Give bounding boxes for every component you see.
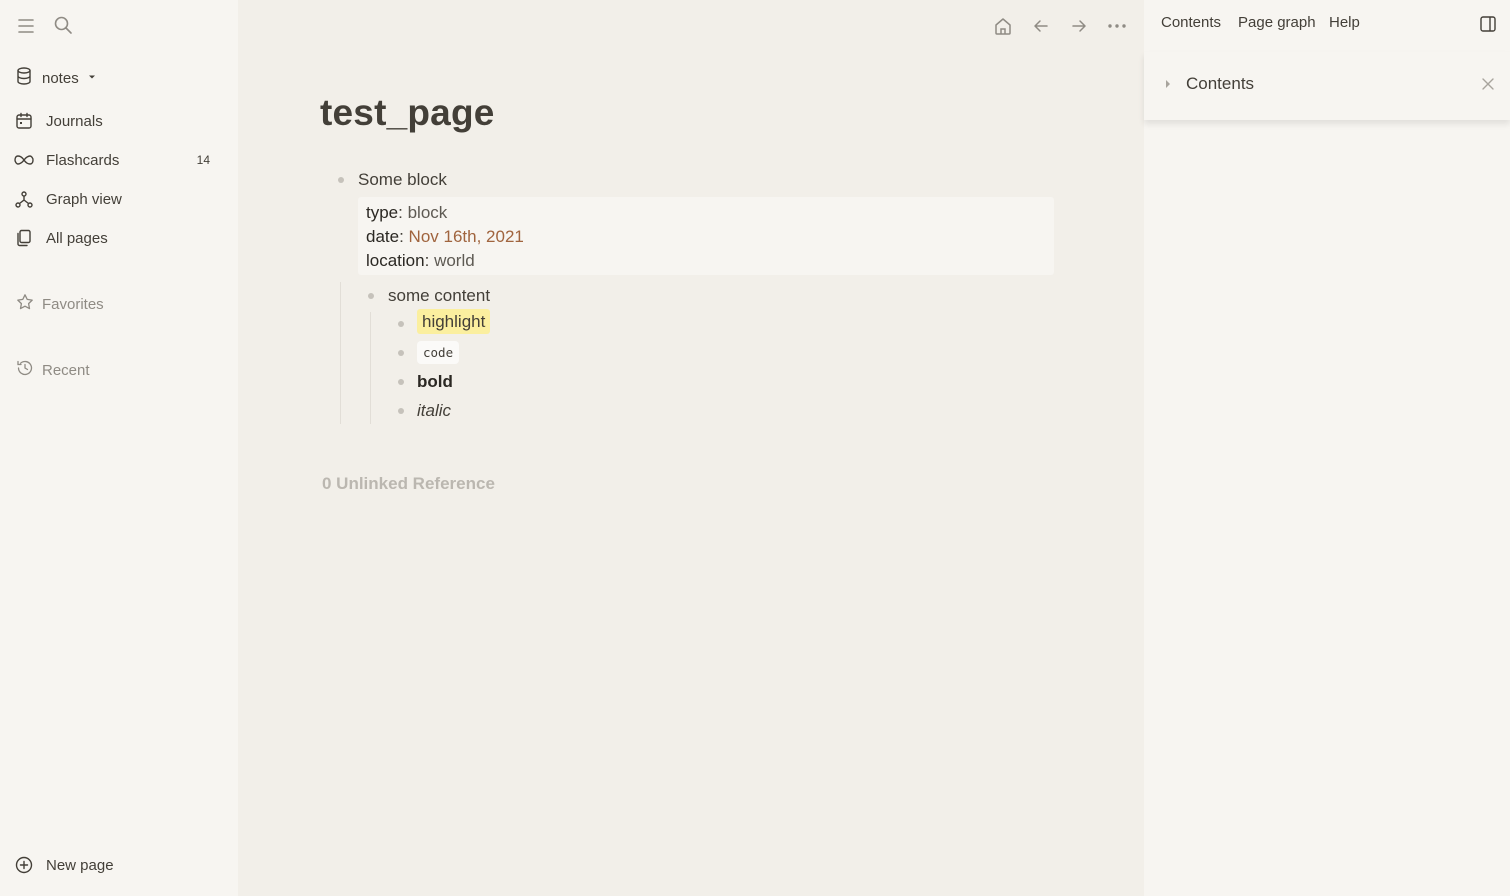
star-icon (16, 293, 34, 316)
inline-code: code (417, 341, 460, 364)
favorites-label: Favorites (42, 295, 104, 313)
block-content[interactable]: bold (417, 372, 453, 392)
panel-title[interactable]: Contents (1186, 74, 1254, 94)
block-content[interactable]: italic (417, 401, 451, 421)
recent-header[interactable]: Recent (16, 358, 90, 382)
block-bullet[interactable] (398, 350, 404, 356)
property-key: date (366, 227, 400, 246)
search-icon[interactable] (51, 13, 75, 37)
caret-down-icon (87, 69, 97, 87)
nav-journals-label: Journals (46, 112, 103, 130)
date-link[interactable]: Nov 16th, 2021 (409, 227, 524, 246)
block-bullet[interactable] (398, 379, 404, 385)
left-sidebar: notes Journals Flashcards 14 Graph view … (0, 0, 238, 896)
nav-all-pages-label: All pages (46, 229, 108, 247)
toggle-right-sidebar-icon[interactable] (1477, 13, 1499, 35)
pages-icon (14, 228, 34, 248)
nav-graph-view[interactable]: Graph view (14, 184, 224, 214)
highlight-text: highlight (417, 309, 491, 334)
tab-contents[interactable]: Contents (1161, 14, 1221, 31)
block-guide-line (370, 312, 371, 424)
block-content[interactable]: some content (388, 286, 490, 306)
page-title[interactable]: test_page (320, 92, 495, 134)
graph-name: notes (42, 69, 79, 87)
block-bullet[interactable] (338, 177, 344, 183)
more-options-icon[interactable] (1105, 14, 1129, 38)
recent-label: Recent (42, 361, 90, 379)
property-key: type (366, 203, 399, 222)
block-content[interactable]: Some block (358, 170, 447, 190)
property-value[interactable]: block (408, 203, 448, 222)
nav-journals[interactable]: Journals (14, 106, 224, 136)
menu-toggle-icon[interactable] (14, 14, 38, 38)
block-content[interactable]: code (417, 341, 460, 364)
nav-all-pages[interactable]: All pages (14, 223, 224, 253)
graph-selector[interactable]: notes (14, 66, 97, 90)
expand-caret-icon[interactable] (1162, 76, 1174, 92)
nav-graph-view-label: Graph view (46, 190, 122, 208)
property-value[interactable]: world (434, 251, 475, 270)
nav-flashcards-label: Flashcards (46, 151, 120, 169)
block-guide-line (340, 282, 341, 424)
graph-icon (14, 189, 34, 209)
property-row: type: block (366, 203, 448, 222)
block-bullet[interactable] (368, 293, 374, 299)
calendar-icon (14, 111, 34, 131)
block-bullet[interactable] (398, 321, 404, 327)
right-sidebar: Contents Page graph Help Contents (1144, 0, 1510, 896)
history-icon (16, 359, 34, 382)
back-arrow-icon[interactable] (1029, 14, 1053, 38)
new-page-button[interactable]: New page (14, 850, 224, 880)
block-bullet[interactable] (398, 408, 404, 414)
nav-flashcards[interactable]: Flashcards 14 (14, 145, 224, 175)
home-icon[interactable] (991, 14, 1015, 38)
database-icon (14, 66, 34, 91)
main-content: test_page Some block type: block date: N… (238, 0, 1144, 896)
infinity-icon (14, 150, 34, 170)
property-row: location: world (366, 251, 475, 270)
close-icon[interactable] (1478, 74, 1498, 94)
new-page-label: New page (46, 856, 114, 874)
property-row: date: Nov 16th, 2021 (366, 227, 524, 246)
favorites-header[interactable]: Favorites (16, 292, 104, 316)
tab-help[interactable]: Help (1329, 14, 1360, 31)
tab-page-graph[interactable]: Page graph (1238, 14, 1316, 31)
flashcards-count: 14 (196, 153, 210, 167)
block-properties[interactable]: type: block date: Nov 16th, 2021 locatio… (358, 197, 1054, 275)
unlinked-references-toggle[interactable]: 0 Unlinked Reference (322, 474, 495, 494)
contents-panel: Contents (1144, 52, 1510, 120)
plus-circle-icon (14, 855, 34, 875)
block-content[interactable]: highlight (417, 309, 491, 334)
forward-arrow-icon[interactable] (1067, 14, 1091, 38)
property-key: location (366, 251, 425, 270)
